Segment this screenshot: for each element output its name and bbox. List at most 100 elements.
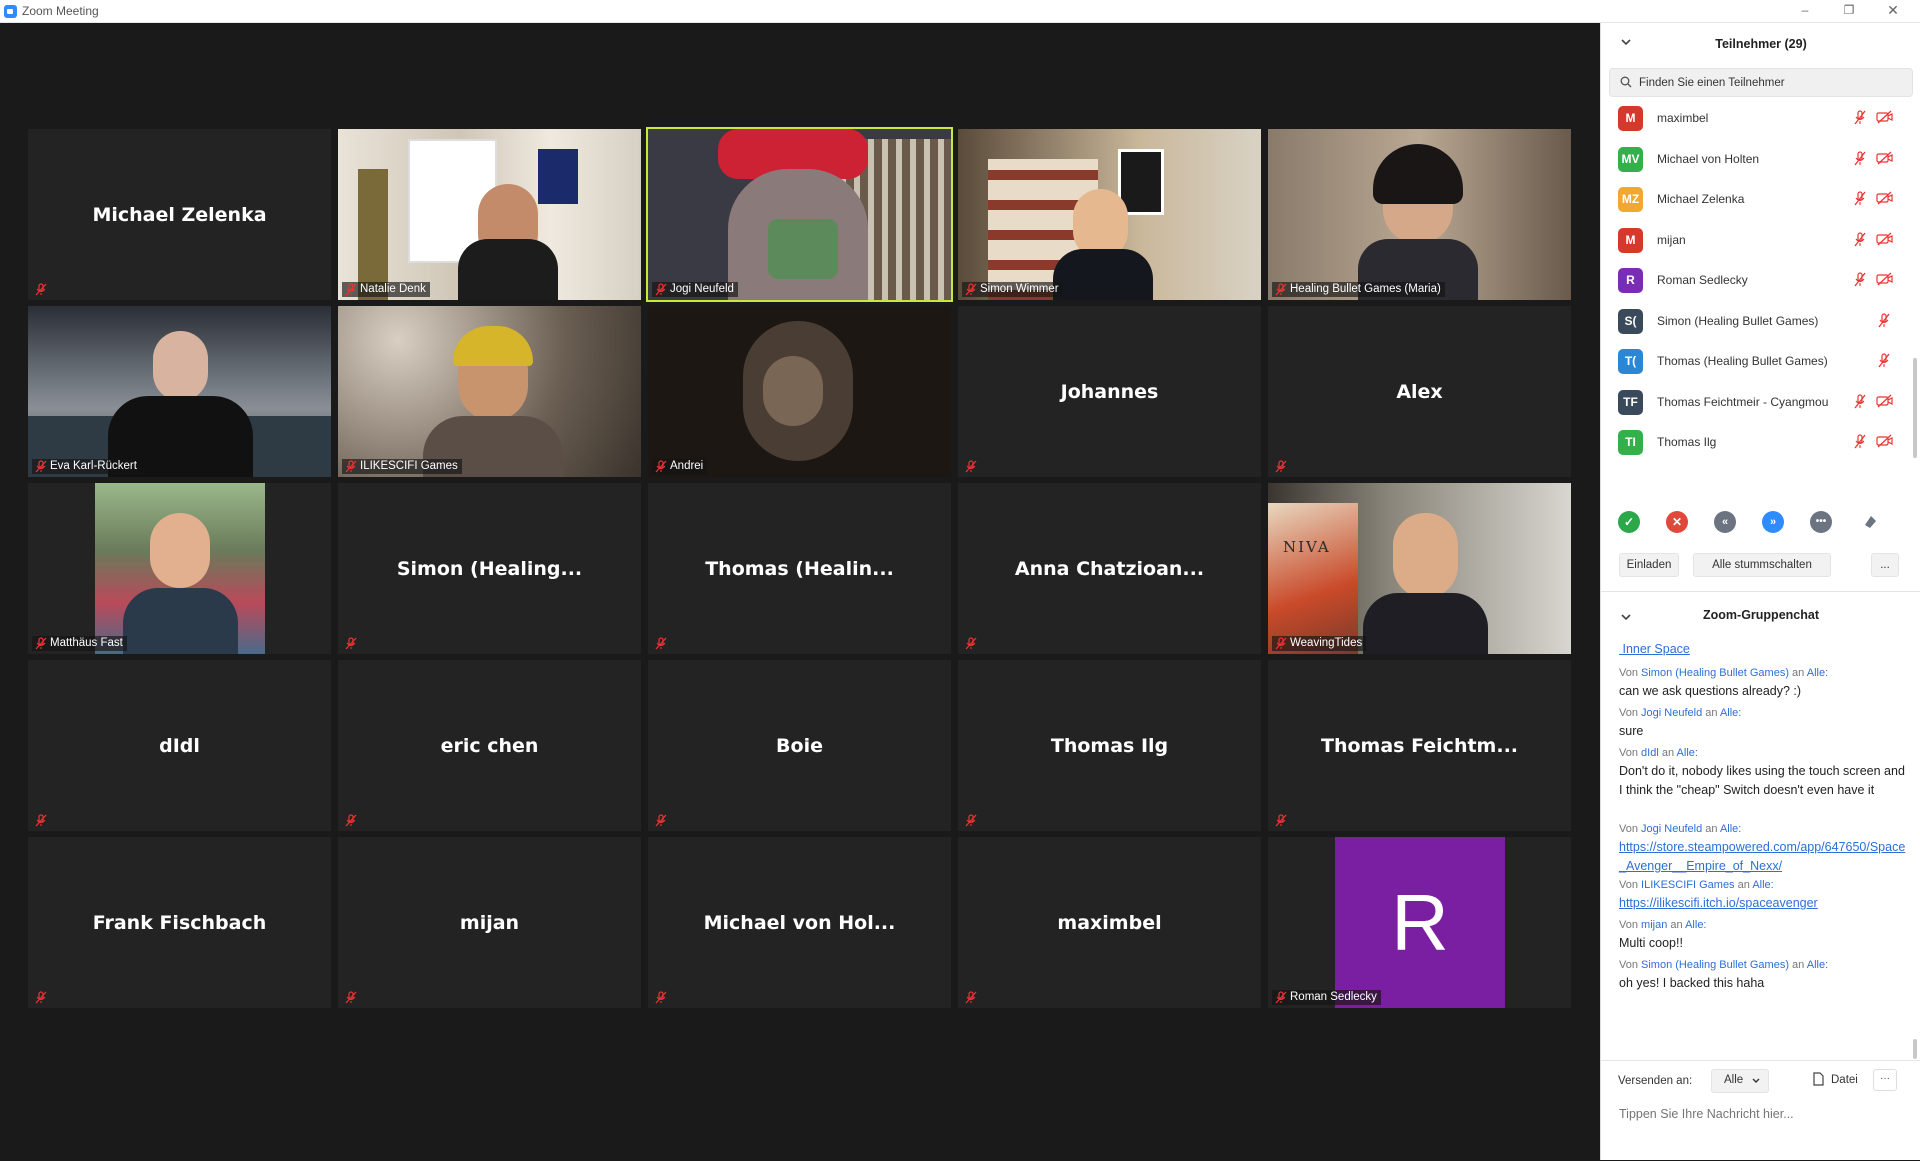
no-icon[interactable]: ✕ [1666, 511, 1688, 533]
mute-all-button[interactable]: Alle stummschalten [1693, 553, 1831, 577]
video-tile[interactable]: Thomas (Healin... [648, 483, 951, 654]
participant-name-label [32, 990, 50, 1005]
video-tile[interactable]: Johannes [958, 306, 1261, 477]
video-tile[interactable]: dIdl [28, 660, 331, 831]
mic-muted-icon[interactable] [1877, 353, 1891, 368]
mic-muted-icon[interactable] [1853, 231, 1867, 247]
mic-muted-icon[interactable] [1853, 272, 1867, 287]
chat-sender[interactable]: mijan [1641, 919, 1667, 931]
video-tile[interactable]: Simon Wimmer [958, 129, 1261, 300]
video-off-icon[interactable] [1876, 110, 1894, 124]
participant-row[interactable]: S( Simon (Healing Bullet Games) [1601, 301, 1920, 341]
yes-icon[interactable]: ✓ [1618, 511, 1640, 533]
send-to-dropdown[interactable]: Alle [1711, 1069, 1769, 1093]
chat-recipient[interactable]: Alle: [1685, 919, 1706, 931]
video-off-icon[interactable] [1876, 151, 1894, 165]
mic-muted-icon[interactable] [1853, 434, 1867, 449]
participant-row[interactable]: MZ Michael Zelenka [1601, 179, 1920, 219]
participant-row[interactable]: M mijan [1601, 220, 1920, 260]
participant-scrollbar[interactable] [1913, 358, 1917, 458]
video-off-icon[interactable] [1876, 434, 1894, 448]
mic-muted-icon [35, 814, 47, 827]
participant-row[interactable]: TF Thomas Feichtmeir - Cyangmou [1601, 382, 1920, 422]
participant-name: Michael Zelenka [1657, 192, 1745, 206]
chat-link[interactable]: Inner Space [1619, 642, 1689, 656]
chat-recipient[interactable]: Alle: [1720, 707, 1741, 719]
video-tile[interactable]: eric chen [338, 660, 641, 831]
participant-row[interactable]: R Roman Sedlecky [1601, 260, 1920, 300]
video-off-icon[interactable] [1876, 191, 1894, 205]
video-tile[interactable]: Jogi Neufeld [646, 127, 953, 302]
participant-name-label: Jogi Neufeld [652, 282, 738, 297]
search-input[interactable] [1637, 73, 1901, 93]
video-tile[interactable]: Michael Zelenka [28, 129, 331, 300]
participant-name-label [652, 990, 670, 1005]
video-tile[interactable]: NIVA WeavingTides [1268, 483, 1571, 654]
video-tile[interactable]: Natalie Denk [338, 129, 641, 300]
video-tile[interactable]: Andrei [648, 306, 951, 477]
video-tile[interactable]: Matthäus Fast [28, 483, 331, 654]
chat-recipient[interactable]: Alle: [1752, 879, 1773, 891]
compose-more-button[interactable]: ··· [1873, 1069, 1897, 1091]
chat-link[interactable]: https://store.steampowered.com/app/64765… [1619, 840, 1905, 873]
close-button[interactable]: ✕ [1870, 0, 1916, 22]
video-tile[interactable]: Anna Chatzioan... [958, 483, 1261, 654]
chat-sender[interactable]: Jogi Neufeld [1641, 707, 1702, 719]
chat-sender[interactable]: Simon (Healing Bullet Games) [1641, 959, 1789, 971]
mic-muted-icon[interactable] [1877, 312, 1891, 328]
clear-all-icon[interactable] [1861, 513, 1879, 531]
mic-muted-icon[interactable] [1853, 393, 1867, 409]
restore-button[interactable]: ❐ [1826, 0, 1872, 22]
video-off-icon[interactable] [1876, 394, 1894, 408]
video-tile[interactable]: Thomas Feichtm... [1268, 660, 1571, 831]
minimize-button[interactable]: – [1782, 0, 1828, 22]
video-tile[interactable]: Boie [648, 660, 951, 831]
video-tile[interactable]: Simon (Healing... [338, 483, 641, 654]
mic-muted-icon[interactable] [1853, 150, 1867, 166]
chat-link[interactable]: https://ilikescifi.itch.io/spaceavenger [1619, 896, 1818, 910]
video-tile[interactable]: Frank Fischbach [28, 837, 331, 1008]
invite-button[interactable]: Einladen [1619, 553, 1679, 577]
video-tile[interactable]: maximbel [958, 837, 1261, 1008]
chat-recipient[interactable]: Alle: [1720, 823, 1741, 835]
file-button[interactable]: Datei [1831, 1074, 1858, 1086]
video-tile[interactable]: mijan [338, 837, 641, 1008]
file-icon[interactable] [1813, 1072, 1824, 1086]
chat-recipient[interactable]: Alle: [1677, 747, 1698, 759]
chat-message-input[interactable] [1617, 1103, 1911, 1125]
participant-name-label [342, 636, 360, 651]
go-faster-icon[interactable]: » [1762, 511, 1784, 533]
video-off-icon[interactable] [1876, 272, 1894, 286]
chat-message-meta: Von Simon (Healing Bullet Games) an Alle… [1619, 959, 1829, 971]
chat-sender[interactable]: dIdl [1641, 747, 1659, 759]
participant-search[interactable] [1609, 68, 1913, 97]
video-tile[interactable]: Eva Karl-Rückert [28, 306, 331, 477]
mic-muted-icon[interactable] [1853, 191, 1867, 206]
chat-sender[interactable]: ILIKESCIFI Games [1641, 879, 1735, 891]
mic-muted-icon[interactable] [1853, 110, 1867, 125]
participants-more-button[interactable]: ... [1871, 553, 1899, 577]
participant-name-label: Simon Wimmer [962, 282, 1063, 297]
participants-title: Teilnehmer (29) [1715, 37, 1807, 51]
chat-sender[interactable]: Simon (Healing Bullet Games) [1641, 667, 1789, 679]
video-tile[interactable]: Healing Bullet Games (Maria) [1268, 129, 1571, 300]
chat-message-meta: Von Jogi Neufeld an Alle: [1619, 823, 1742, 835]
video-off-icon[interactable] [1876, 232, 1894, 246]
participant-row[interactable]: T( Thomas (Healing Bullet Games) [1601, 341, 1920, 381]
video-tile[interactable]: ILIKESCIFI Games [338, 306, 641, 477]
more-reactions-icon[interactable]: ••• [1810, 511, 1832, 533]
chat-recipient[interactable]: Alle: [1807, 959, 1828, 971]
chat-sender[interactable]: Jogi Neufeld [1641, 823, 1702, 835]
participant-row[interactable]: TI Thomas Ilg [1601, 422, 1920, 462]
participant-name-label [32, 813, 50, 828]
video-tile[interactable]: Alex [1268, 306, 1571, 477]
go-slower-icon[interactable]: « [1714, 511, 1736, 533]
video-tile[interactable]: R Roman Sedlecky [1268, 837, 1571, 1008]
participant-row[interactable]: MV Michael von Holten [1601, 139, 1920, 179]
video-tile[interactable]: Thomas Ilg [958, 660, 1261, 831]
video-tile[interactable]: Michael von Hol... [648, 837, 951, 1008]
participant-row[interactable]: M maximbel [1601, 98, 1920, 138]
chat-scrollbar[interactable] [1913, 1039, 1917, 1059]
participant-avatar: R [1618, 268, 1643, 293]
chat-recipient[interactable]: Alle: [1807, 667, 1828, 679]
